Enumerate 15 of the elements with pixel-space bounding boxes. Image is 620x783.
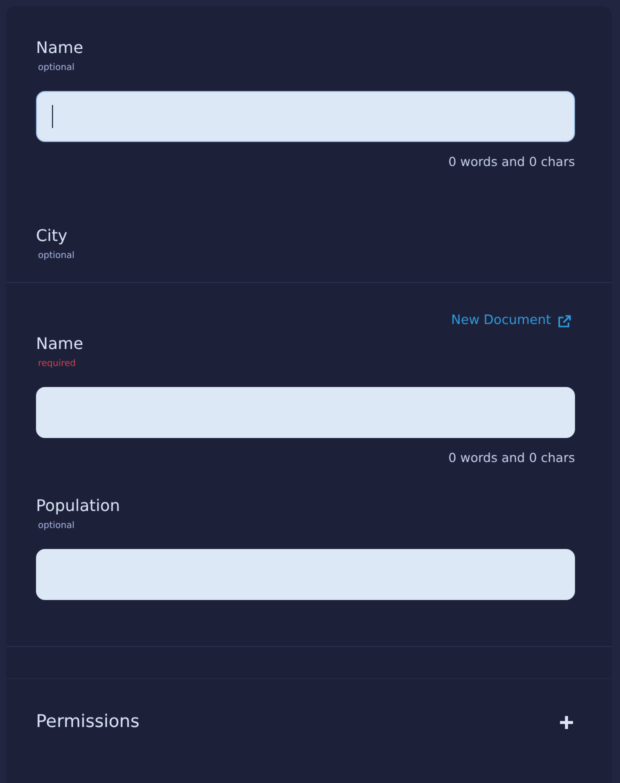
text-cursor-icon (52, 105, 53, 128)
optional-hint: optional (38, 520, 74, 532)
input-field[interactable] (36, 91, 575, 142)
optional-hint: optional (38, 62, 74, 74)
field-label: Name (36, 38, 84, 58)
word-count: 0 words and 0 chars (448, 154, 575, 170)
external-link-icon (558, 314, 571, 328)
field-label: Name (36, 334, 84, 354)
word-count: 0 words and 0 chars (448, 450, 575, 466)
optional-hint: optional (38, 250, 74, 262)
accordion-header[interactable]: Permissions (6, 678, 612, 765)
field-label: Population (36, 496, 120, 516)
new-document-link[interactable]: New Document (451, 313, 571, 329)
group-label: City (36, 226, 68, 246)
required-hint: required (38, 358, 76, 370)
